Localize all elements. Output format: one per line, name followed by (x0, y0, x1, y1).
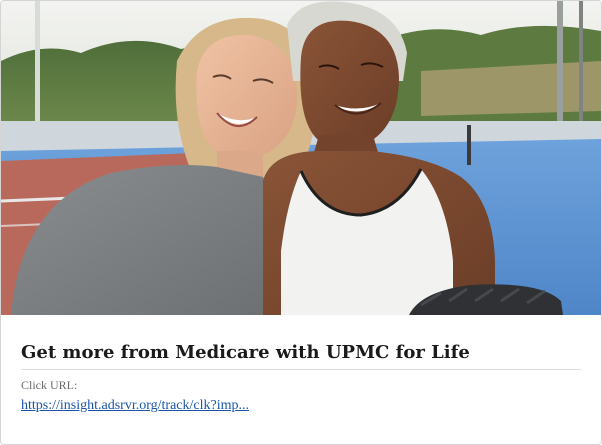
click-url-label: Click URL: (21, 378, 78, 392)
ad-text-block: Get more from Medicare with UPMC for Lif… (21, 315, 581, 414)
click-url-link[interactable]: https://insight.adsrvr.org/track/clk?imp… (21, 397, 249, 414)
hero-image[interactable] (1, 1, 601, 315)
ad-card[interactable]: Get more from Medicare with UPMC for Lif… (0, 0, 602, 445)
hero-photo-illustration (1, 1, 601, 315)
ad-headline[interactable]: Get more from Medicare with UPMC for Lif… (21, 315, 581, 370)
